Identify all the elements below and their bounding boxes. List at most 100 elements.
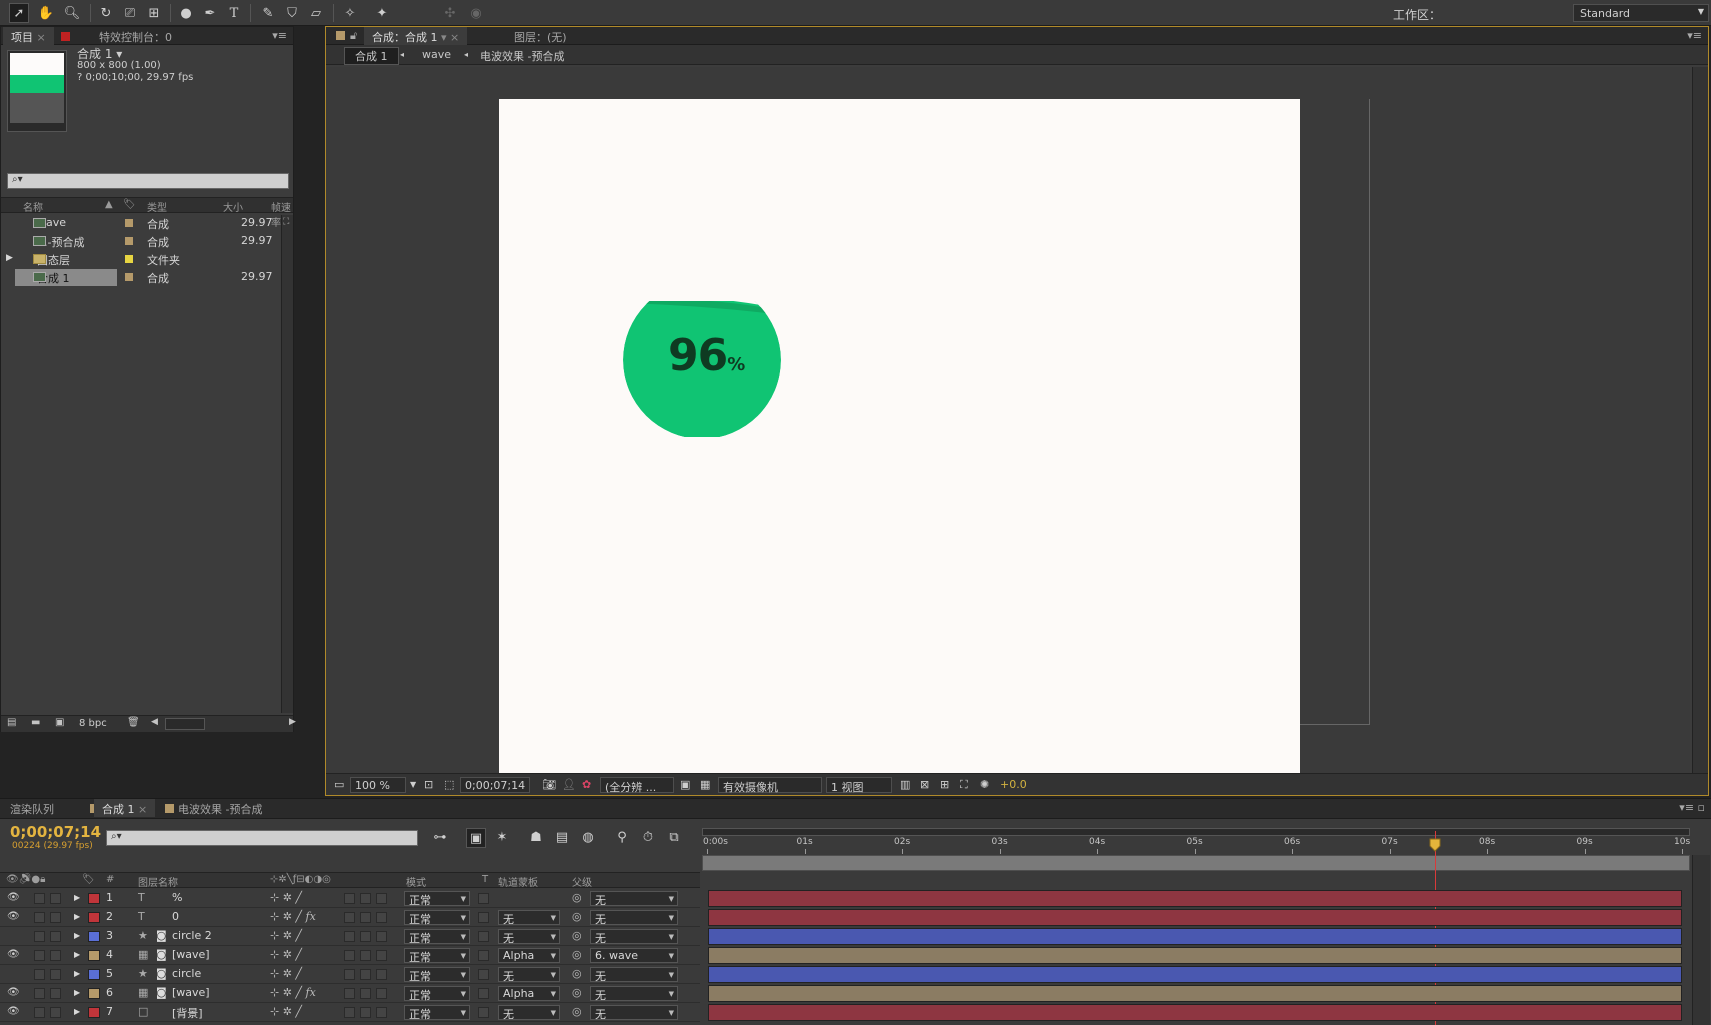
project-search-input[interactable]: ⌕▾ [7, 173, 289, 189]
layer-name[interactable]: [背景] [172, 1005, 203, 1021]
tab-effect-controls[interactable]: 特效控制台：0 [91, 27, 180, 45]
brainstorm-icon[interactable]: ⚲ [612, 828, 632, 848]
parent-pickwhip-icon[interactable]: ◎ [572, 948, 582, 961]
solo-toggle[interactable] [34, 912, 45, 923]
layer-name[interactable]: % [172, 891, 182, 904]
layer-duration-bar[interactable] [708, 928, 1682, 945]
switch-box[interactable] [344, 893, 355, 904]
solo-toggle[interactable] [34, 893, 45, 904]
layer-duration-bar[interactable] [708, 1004, 1682, 1021]
timeline-toggle-icon[interactable]: ⊞ [936, 777, 953, 793]
track-matte-dropdown[interactable]: 无 [498, 967, 560, 983]
eraser-tool-icon[interactable]: ▱ [306, 3, 326, 23]
layer-label-color[interactable] [88, 893, 100, 904]
breadcrumb-item[interactable]: 合成 1 [344, 47, 399, 65]
lock-toggle[interactable] [50, 950, 61, 961]
layer-switches[interactable]: ⊹ ✲ ╱ [270, 929, 302, 942]
axis-mode-icon[interactable]: ✣ [440, 3, 460, 23]
lock-icon[interactable]: 🔓︎ [350, 29, 357, 43]
expand-triangle-icon[interactable]: ▶ [74, 931, 80, 940]
composition-canvas[interactable] [499, 99, 1300, 775]
viewer-canvas-area[interactable] [326, 67, 1690, 795]
trash-icon[interactable]: 🗑︎ [127, 717, 140, 728]
parent-dropdown[interactable]: 无 [590, 967, 678, 983]
selection-tool-icon[interactable]: ➚ [9, 3, 29, 23]
layer-label-color[interactable] [88, 969, 100, 980]
switch-box[interactable] [360, 988, 371, 999]
parent-pickwhip-icon[interactable]: ◎ [572, 929, 582, 942]
solo-toggle[interactable] [34, 950, 45, 961]
time-navigator[interactable] [702, 828, 1690, 836]
parent-pickwhip-icon[interactable]: ◎ [572, 1005, 582, 1018]
safe-zones-icon[interactable]: ⊡ [420, 777, 437, 793]
visibility-toggle[interactable] [7, 968, 18, 979]
interpret-footage-icon[interactable]: ▤ [7, 717, 16, 728]
lock-toggle[interactable] [50, 988, 61, 999]
resolution-dropdown[interactable]: (全分辨 ... [600, 777, 674, 794]
lock-toggle[interactable] [50, 893, 61, 904]
panel-menu-icon[interactable]: ▾≡ [1687, 29, 1702, 42]
layer-label-color[interactable] [88, 912, 100, 923]
layer-name[interactable]: circle [172, 967, 201, 980]
switch-box[interactable] [376, 1007, 387, 1018]
rotate-tool-icon[interactable]: ↻ [96, 3, 116, 23]
comp-mini-flowchart-icon[interactable]: ⊶ [430, 828, 450, 848]
scroll-right-icon[interactable]: ▶ [289, 717, 296, 727]
preserve-transparency-toggle[interactable] [478, 912, 489, 923]
solo-toggle[interactable] [34, 931, 45, 942]
mode-dropdown[interactable]: 正常 [404, 891, 470, 907]
layer-switches[interactable]: ⊹ ✲ ╱ [270, 967, 302, 980]
exposure-value[interactable]: +0.0 [996, 777, 1031, 793]
layer-name[interactable]: [wave] [172, 986, 210, 999]
roto-brush-tool-icon[interactable]: ✧ [340, 3, 360, 23]
track-matte-dropdown[interactable]: 无 [498, 929, 560, 945]
solo-toggle[interactable] [34, 969, 45, 980]
layer-row[interactable]: ▶ 5 ★ ◙ circle ⊹ ✲ ╱ 正常 无 ◎ 无 [0, 965, 700, 984]
layer-label-color[interactable] [88, 988, 100, 999]
expand-triangle-icon[interactable]: ▶ [74, 893, 80, 902]
pan-behind-tool-icon[interactable]: ⊞ [144, 3, 164, 23]
visibility-eye-icon[interactable]: 👁︎ [7, 987, 20, 998]
expand-triangle-icon[interactable]: ▶ [74, 988, 80, 997]
layer-duration-bar[interactable] [708, 966, 1682, 983]
layer-duration-bar[interactable] [708, 909, 1682, 926]
layer-switches[interactable]: ⊹ ✲ ╱ fx [270, 986, 316, 999]
parent-pickwhip-icon[interactable]: ◎ [572, 986, 582, 999]
ellipse-tool-icon[interactable]: ● [176, 3, 196, 23]
project-item[interactable]: wave 合成 29.97 [1, 215, 279, 232]
current-time-field[interactable]: 0;00;07;14 [460, 777, 531, 793]
views-dropdown[interactable]: 1 视图 [826, 777, 892, 794]
switch-box[interactable] [344, 969, 355, 980]
preserve-transparency-toggle[interactable] [478, 988, 489, 999]
viewer-scrollbar[interactable] [1692, 67, 1708, 787]
expand-triangle-icon[interactable]: ▶ [74, 969, 80, 978]
reset-exposure-icon[interactable]: ✺ [976, 777, 993, 793]
switch-box[interactable] [360, 1007, 371, 1018]
snapshot-icon[interactable]: 📷︎ [538, 777, 560, 793]
layer-row[interactable]: 👁︎ ▶ 1 T% ⊹ ✲ ╱ 正常 ◎ 无 [0, 889, 700, 908]
live-update-icon[interactable]: ▣ [466, 828, 486, 848]
channel-icon[interactable]: ✿ [578, 777, 595, 793]
always-preview-icon[interactable]: ▭ [330, 777, 348, 793]
project-item[interactable]: ...-预合成 合成 29.97 [1, 233, 279, 250]
layer-switches[interactable]: ⊹ ✲ ╱ [270, 891, 302, 904]
preserve-transparency-toggle[interactable] [478, 950, 489, 961]
pen-tool-icon[interactable]: ✒ [200, 3, 220, 23]
lock-toggle[interactable] [50, 912, 61, 923]
switch-box[interactable] [344, 950, 355, 961]
project-scrollbar[interactable]: ⛶ [281, 215, 293, 713]
tab-precomp[interactable]: 电波效果 -预合成 [170, 799, 270, 817]
layer-row[interactable]: 👁︎ ▶ 6 ▦ ◙ [wave] ⊹ ✲ ╱ fx 正常 Alpha ◎ 无 [0, 984, 700, 1003]
camera-tool-icon[interactable]: ⎚ [120, 3, 140, 23]
playhead-handle[interactable] [1429, 838, 1441, 852]
bpc-button[interactable]: 8 bpc [79, 718, 107, 729]
lock-toggle[interactable] [50, 931, 61, 942]
tab-render-queue[interactable]: 渲染队列 [2, 799, 62, 817]
visibility-eye-icon[interactable]: 👁︎ [7, 1006, 20, 1017]
auto-keyframe-icon[interactable]: ⏱︎ [638, 828, 658, 848]
project-item-selected[interactable]: 合成 1 合成 29.97 [1, 269, 279, 286]
mode-dropdown[interactable]: 正常 [404, 948, 470, 964]
col-type[interactable]: 类型 [147, 199, 167, 214]
motion-blur-icon[interactable]: ◍ [578, 828, 598, 848]
switch-box[interactable] [376, 912, 387, 923]
